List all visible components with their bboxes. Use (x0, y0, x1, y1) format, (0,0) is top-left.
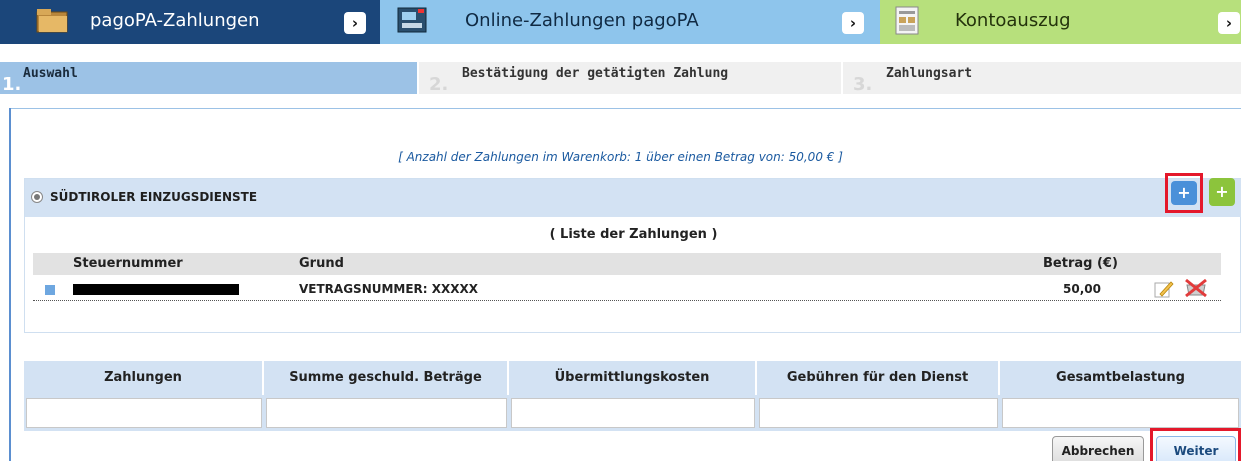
step-number: 3. (853, 74, 873, 95)
row-marker (45, 285, 55, 295)
service-header: SÜDTIROLER EINZUGSDIENSTE + + (25, 173, 1241, 217)
summary-value-summe (266, 398, 507, 428)
tab-label: pagoPA-Zahlungen (90, 10, 260, 31)
payments-list-header: Steuernummer Grund Betrag (€) (33, 253, 1221, 275)
edit-icon[interactable] (1153, 279, 1175, 299)
payments-list-title: ( Liste der Zahlungen ) (549, 227, 718, 242)
step-label: Auswahl (23, 66, 78, 81)
statement-icon (892, 6, 926, 36)
card-terminal-icon (396, 6, 430, 36)
chevron-right-icon[interactable]: › (344, 12, 366, 34)
tab-label: Online-Zahlungen pagoPA (465, 10, 699, 31)
summary-header: Zahlungen Summe geschuld. Beträge Übermi… (24, 361, 1241, 395)
delete-icon[interactable] (1183, 277, 1209, 299)
summary-value-uebermittlungskosten (511, 398, 755, 428)
tab-online-zahlungen[interactable]: Online-Zahlungen pagoPA › (380, 0, 880, 44)
next-button[interactable]: Weiter (1156, 436, 1236, 461)
summary-value-gebuehren (759, 398, 998, 428)
folder-icon (36, 6, 70, 36)
summary-value-zahlungen (26, 398, 262, 428)
cart-summary: [ Anzahl der Zahlungen im Warenkorb: 1 ü… (398, 150, 843, 164)
step-auswahl: 1. Auswahl (0, 62, 417, 95)
chevron-right-icon[interactable]: › (842, 12, 864, 34)
top-tab-bar: pagoPA-Zahlungen › Online-Zahlungen pago… (0, 0, 1241, 44)
step-number: 2. (429, 74, 449, 95)
summary-col-gesamtbelastung: Gesamtbelastung (1056, 370, 1185, 385)
step-label: Zahlungsart (886, 66, 973, 81)
step-number: 1. (2, 74, 22, 95)
service-radio[interactable] (31, 191, 43, 203)
payment-row: VETRAGSNUMMER: XXXXX 50,00 (33, 277, 1221, 301)
add-payment-button[interactable]: + (1171, 181, 1197, 205)
summary-values-row (24, 395, 1241, 431)
summary-col-summe: Summe geschuld. Beträge (264, 361, 509, 395)
payment-amount: 50,00 (1063, 282, 1101, 296)
service-name: SÜDTIROLER EINZUGSDIENSTE (50, 190, 258, 204)
column-header-tax-number: Steuernummer (73, 256, 183, 271)
summary-col-uebermittlungskosten: Übermittlungskosten (509, 361, 757, 395)
wizard-steps: 1. Auswahl 2. Bestätigung der getätigten… (0, 62, 1241, 95)
step-bestaetigung: 2. Bestätigung der getätigten Zahlung (417, 62, 841, 95)
add-service-button[interactable]: + (1209, 178, 1235, 206)
redacted-tax-number (73, 284, 239, 295)
column-header-amount: Betrag (€) (1043, 256, 1118, 271)
step-zahlungsart: 3. Zahlungsart (841, 62, 1241, 95)
highlight-box: Weiter (1150, 428, 1241, 461)
chevron-right-icon[interactable]: › (1218, 12, 1240, 34)
content-frame-top (9, 108, 1241, 109)
payment-reason: VETRAGSNUMMER: XXXXX (299, 282, 479, 296)
tab-label: Kontoauszug (955, 10, 1071, 31)
tab-pagopa-zahlungen[interactable]: pagoPA-Zahlungen › (0, 0, 380, 44)
summary-col-gebuehren: Gebühren für den Dienst (757, 361, 1000, 395)
cancel-button[interactable]: Abbrechen (1052, 436, 1144, 461)
summary-col-zahlungen: Zahlungen (24, 361, 264, 395)
column-header-reason: Grund (299, 256, 344, 271)
summary-value-gesamtbelastung (1002, 398, 1239, 428)
step-label: Bestätigung der getätigten Zahlung (462, 66, 729, 81)
highlight-box: + (1165, 173, 1203, 213)
tab-kontoauszug[interactable]: Kontoauszug › (880, 0, 1241, 44)
service-panel: SÜDTIROLER EINZUGSDIENSTE + + ( Liste de… (24, 173, 1241, 333)
